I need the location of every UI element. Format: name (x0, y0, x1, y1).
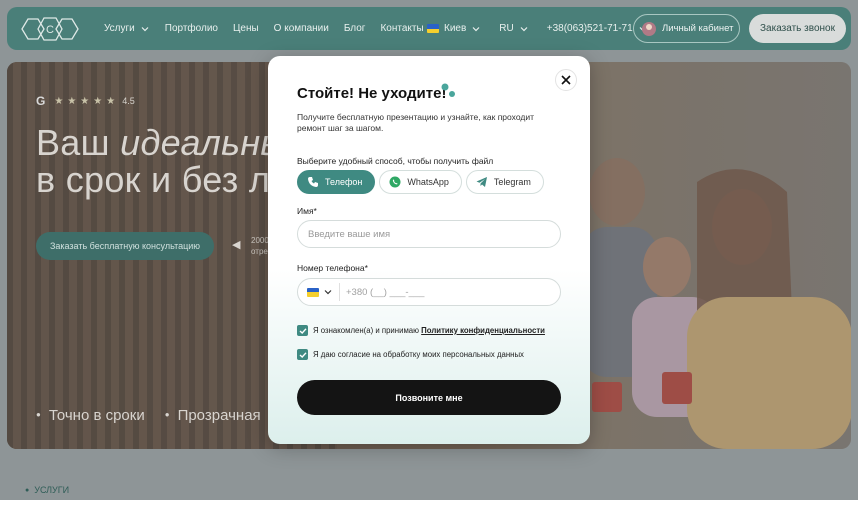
phone-icon (308, 177, 318, 187)
consent-text: Я даю согласие на обработку моих персона… (313, 350, 524, 359)
language-label: RU (499, 23, 514, 34)
checkmark-icon (299, 351, 307, 358)
language-selector[interactable]: RU (499, 23, 528, 34)
nav-item-about[interactable]: О компании (274, 23, 329, 34)
whatsapp-icon (389, 176, 401, 188)
hero-side-text: 2000 отре (251, 235, 269, 257)
nav-item-label: Услуги (104, 23, 135, 34)
data-consent-checkbox[interactable] (297, 349, 308, 360)
hero-bullet: Точно в сроки (36, 407, 145, 424)
personal-cabinet-button[interactable]: Личный кабинет (633, 14, 740, 43)
nav-item-label: О компании (273, 23, 329, 34)
checkmark-icon (299, 327, 307, 334)
user-avatar-icon (642, 21, 656, 36)
site-header: С Услуги Портфолио Цены О компании Блог … (7, 7, 851, 50)
method-phone-button[interactable]: Телефон (297, 170, 376, 194)
telegram-icon (476, 177, 487, 187)
decorative-dots-icon (441, 83, 455, 97)
privacy-consent-row: Я ознакомлен(а) и принимаю Политику конф… (297, 325, 545, 336)
header-phone: +38(063)521-71-71 (546, 23, 633, 34)
nav-item-blog[interactable]: Блог (344, 23, 366, 34)
hero-bullet: Прозрачная (165, 407, 261, 424)
chevron-down-icon (472, 26, 480, 31)
privacy-policy-link[interactable]: Политику конфиденциальности (421, 326, 545, 335)
call-me-button[interactable]: Позвоните мне (297, 380, 561, 415)
google-rating: G ★ ★ ★ ★ ★ 4.5 (36, 94, 135, 108)
ukraine-flag-icon (307, 287, 319, 297)
phone-field (297, 278, 561, 306)
star-icon: ★ (54, 95, 64, 107)
send-arrow-icon: ◀ (232, 239, 241, 251)
chevron-down-icon (141, 26, 149, 31)
city-selector[interactable]: Киев (427, 23, 481, 34)
city-label: Киев (444, 23, 467, 34)
section-label: УСЛУГИ (25, 485, 69, 495)
nav-item-portfolio[interactable]: Портфолио (165, 23, 218, 34)
star-icon: ★ (93, 95, 103, 107)
chevron-down-icon (324, 290, 332, 295)
star-icon: ★ (67, 95, 77, 107)
close-icon (561, 75, 571, 85)
method-telegram-button[interactable]: Telegram (465, 170, 544, 194)
nav-item-label: Контакты (380, 23, 424, 34)
modal-description: Получите бесплатную презентацию и узнайт… (297, 112, 534, 133)
name-input[interactable] (297, 220, 561, 248)
company-logo[interactable]: С (20, 15, 80, 43)
modal-title: Стойте! Не уходите! (297, 85, 447, 102)
method-label-text: WhatsApp (407, 177, 449, 187)
phone-input[interactable] (340, 286, 540, 298)
chevron-down-icon (520, 26, 528, 31)
header-selectors: Киев RU +38(063)521-71-71 (427, 7, 648, 50)
order-call-button[interactable]: Заказать звонок (749, 14, 846, 43)
consent-text: Я ознакомлен(а) и принимаю (313, 326, 422, 335)
contact-method-selector: Телефон WhatsApp Telegram (297, 170, 544, 194)
google-icon: G (36, 94, 46, 108)
hero-title-italic: идеальны (120, 122, 288, 163)
method-label-text: Телефон (325, 177, 363, 187)
nav-item-contacts[interactable]: Контакты (380, 23, 423, 34)
hero-side-line1: 2000 (251, 236, 269, 245)
hero-title: Ваш идеальны в срок и без л (36, 124, 287, 198)
star-icon: ★ (80, 95, 90, 107)
page-bottom (0, 500, 858, 524)
main-nav: Услуги Портфолио Цены О компании Блог Ко… (104, 7, 424, 50)
nav-item-prices[interactable]: Цены (233, 23, 259, 34)
presentation-modal: Стойте! Не уходите! Получите бесплатную … (268, 56, 590, 444)
nav-item-label: Портфолио (164, 23, 218, 34)
country-code-selector[interactable] (298, 279, 333, 305)
method-label-text: Telegram (493, 177, 531, 187)
hero-bullets: Точно в сроки Прозрачная (36, 407, 261, 424)
nav-item-services[interactable]: Услуги (104, 23, 150, 34)
method-whatsapp-button[interactable]: WhatsApp (379, 170, 462, 194)
cabinet-label: Личный кабинет (662, 23, 734, 34)
free-consultation-button[interactable]: Заказать бесплатную консультацию (36, 232, 214, 260)
method-label: Выберите удобный способ, чтобы получить … (297, 156, 494, 166)
rating-value: 4.5 (122, 96, 135, 106)
hero-side-line2: отре (251, 247, 268, 256)
ukraine-flag-icon (427, 24, 439, 33)
hero-title-plain: Ваш (36, 122, 121, 163)
name-label: Имя* (297, 206, 317, 216)
data-consent-row: Я даю согласие на обработку моих персона… (297, 349, 524, 360)
phone-label: Номер телефона* (297, 263, 368, 273)
nav-item-label: Цены (233, 23, 259, 34)
logo-letter: С (46, 24, 54, 36)
close-button[interactable] (555, 69, 577, 91)
hero-title-line2: в срок и без л (36, 159, 271, 200)
privacy-checkbox[interactable] (297, 325, 308, 336)
nav-item-label: Блог (343, 23, 366, 34)
star-icon: ★ (106, 95, 116, 107)
